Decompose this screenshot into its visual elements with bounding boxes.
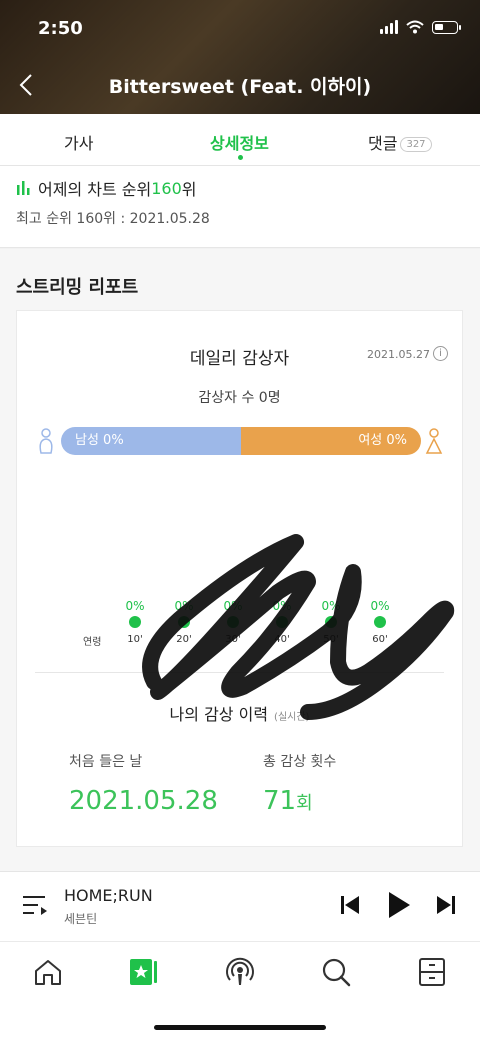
male-share: 남성 0%: [61, 427, 241, 455]
tab-lyrics[interactable]: 가사: [64, 130, 93, 154]
streaming-report: 스트리밍 리포트 데일리 감상자 2021.05.27 i 감상자 수 0명 남…: [0, 249, 480, 871]
listener-count: 감상자 수 0명: [198, 390, 281, 406]
age-label: 30': [225, 634, 241, 645]
report-date: 2021.05.27: [367, 348, 430, 361]
age-group-50: 0% 50': [316, 599, 346, 645]
info-icon[interactable]: i: [433, 346, 448, 361]
library-icon[interactable]: [128, 956, 160, 988]
age-group-10: 0% 10': [120, 599, 150, 645]
search-icon[interactable]: [320, 956, 352, 988]
chart-info: 어제의 차트 순위 160 위 최고 순위 160위 : 2021.05.28: [0, 166, 480, 248]
podcast-icon[interactable]: [224, 956, 256, 988]
card-divider: [35, 672, 444, 673]
song-title-header: Bittersweet (Feat. 이하이): [108, 76, 372, 98]
tab-lyrics-label: 가사: [64, 134, 94, 153]
rank-prefix: 어제의 차트 순위: [38, 180, 152, 199]
mini-player[interactable]: HOME;RUN 세븐틴: [0, 871, 480, 941]
active-tab-indicator: [238, 155, 243, 160]
first-listen-date: 2021.05.28: [69, 786, 218, 816]
signal-icon: [380, 20, 398, 34]
player-song-title: HOME;RUN: [64, 886, 153, 905]
age-pct: 0%: [370, 599, 390, 613]
section-title: 스트리밍 리포트: [16, 277, 139, 298]
age-dot: [276, 616, 288, 628]
age-axis-label: 연령: [83, 637, 102, 648]
my-history-title: 나의 감상 이력 (실시간): [17, 701, 462, 725]
status-icons: [380, 20, 461, 34]
age-label: 10': [127, 634, 143, 645]
tab-comments-label: 댓글: [368, 134, 398, 153]
daily-listener-card: 데일리 감상자 2021.05.27 i 감상자 수 0명 남성 0% 여성 0…: [16, 310, 463, 847]
yesterday-rank: 어제의 차트 순위 160 위: [16, 176, 197, 200]
play-icon[interactable]: [386, 890, 412, 920]
age-dot: [325, 616, 337, 628]
total-plays-number: 71: [263, 786, 297, 816]
total-plays-label: 총 감상 횟수: [263, 754, 337, 770]
age-group-20: 0% 20': [169, 599, 199, 645]
male-person-icon: [39, 428, 53, 454]
age-dot: [129, 616, 141, 628]
rank-value: 160: [151, 178, 182, 198]
age-dot: [374, 616, 386, 628]
age-label: 20': [176, 634, 192, 645]
gender-bar: 남성 0% 여성 0%: [61, 427, 421, 455]
age-pct: 0%: [321, 599, 341, 613]
bottom-navigation: [0, 941, 480, 1039]
total-plays-unit: 회: [296, 793, 313, 814]
female-person-icon: [425, 428, 443, 454]
rank-suffix: 위: [181, 180, 197, 199]
home-icon[interactable]: [32, 956, 64, 988]
best-rank: 최고 순위 160위 : 2021.05.28: [16, 211, 210, 227]
first-listen-label: 처음 들은 날: [69, 754, 143, 770]
age-dot: [227, 616, 239, 628]
age-dot: [178, 616, 190, 628]
comment-count-badge: 327: [400, 137, 432, 152]
storage-icon[interactable]: [416, 956, 448, 988]
age-pct: 0%: [272, 599, 292, 613]
age-group-30: 0% 30': [218, 599, 248, 645]
tab-details-label: 상세정보: [210, 134, 269, 153]
my-history-label: 나의 감상 이력: [169, 705, 269, 724]
skip-next-icon[interactable]: [436, 892, 456, 918]
status-time: 2:50: [38, 18, 83, 39]
realtime-note: (실시간): [274, 712, 310, 723]
tab-comments[interactable]: 댓글 327: [368, 130, 432, 154]
age-pct: 0%: [125, 599, 145, 613]
battery-icon: [432, 20, 461, 34]
home-indicator: [154, 1025, 326, 1030]
player-artist: 세븐틴: [64, 912, 98, 926]
age-group-40: 0% 40': [267, 599, 297, 645]
tab-details[interactable]: 상세정보: [210, 130, 269, 154]
skip-previous-icon[interactable]: [340, 892, 360, 918]
tab-bar: 가사 상세정보 댓글 327: [0, 114, 480, 166]
age-label: 60': [372, 634, 388, 645]
age-group-60: 0% 60': [365, 599, 395, 645]
bar-chart-icon: [17, 181, 30, 195]
playlist-icon[interactable]: [22, 894, 48, 916]
age-pct: 0%: [223, 599, 243, 613]
wifi-icon: [406, 20, 424, 34]
top-header: 2:50 Bittersweet (Feat. 이하이): [0, 0, 480, 114]
age-label: 50': [323, 634, 339, 645]
age-pct: 0%: [174, 599, 194, 613]
total-plays-value: 71회: [263, 786, 313, 816]
age-label: 40': [274, 634, 290, 645]
gender-distribution: 남성 0% 여성 0%: [37, 425, 444, 457]
female-share: 여성 0%: [241, 427, 421, 455]
